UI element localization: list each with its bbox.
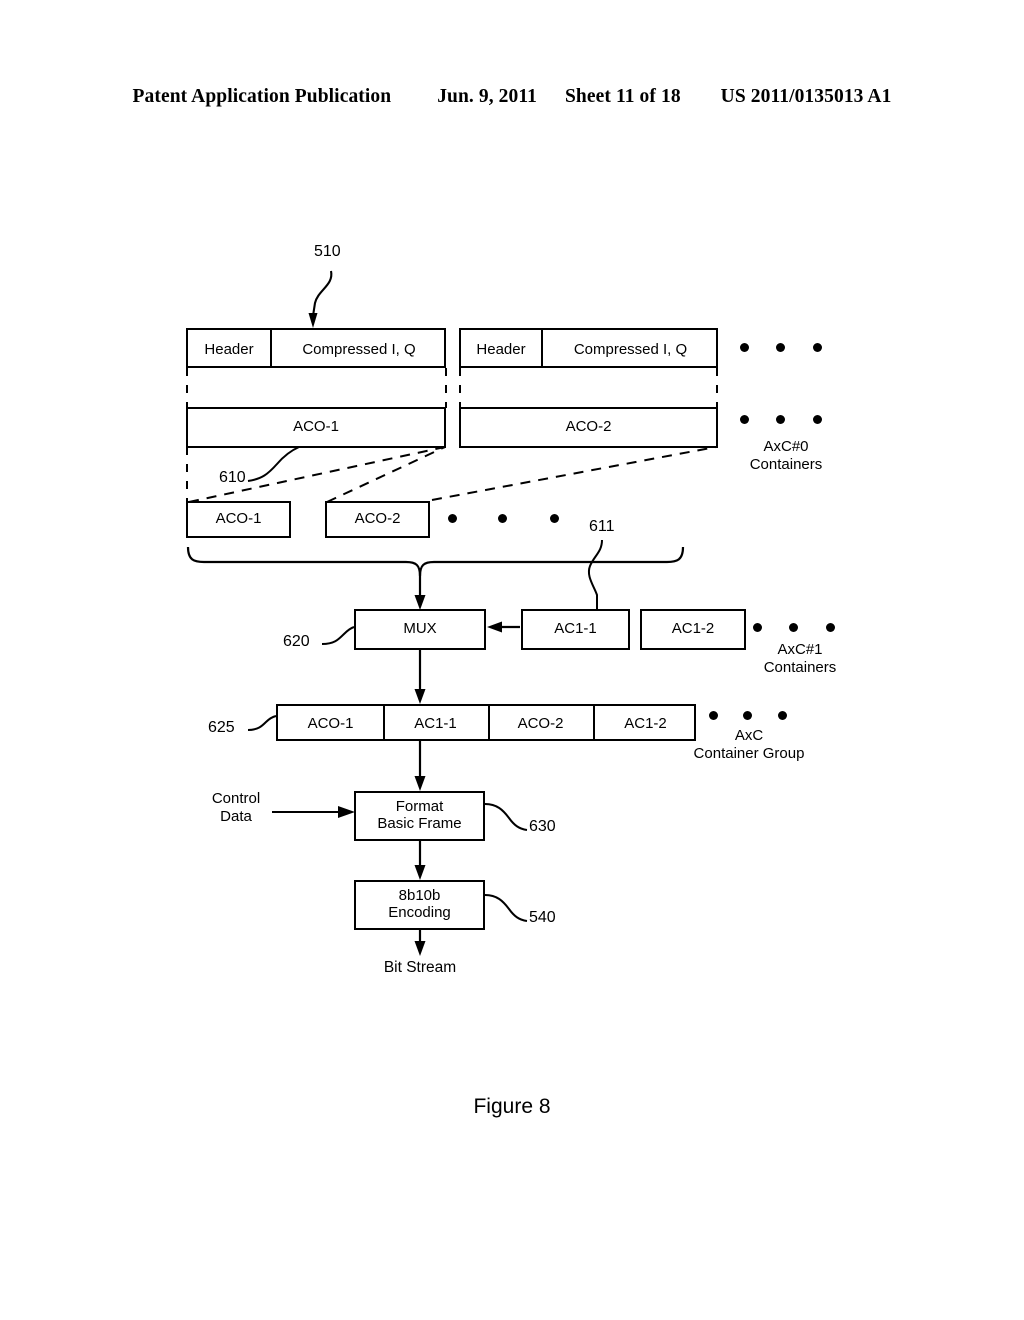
axc-group-line2: Container Group bbox=[693, 744, 805, 762]
bit-stream-text: Bit Stream bbox=[383, 959, 457, 976]
axc1-containers-line1: AxC#1 bbox=[777, 641, 823, 658]
group-cell-1: ACO-1 bbox=[307, 715, 354, 732]
leader-510 bbox=[311, 270, 333, 317]
ac1-container-2-label: AC1-2 bbox=[671, 620, 715, 638]
packet-1-header-label: Header bbox=[204, 341, 254, 358]
format-to-encoding-arrowhead bbox=[414, 865, 426, 880]
format-block-line1: Format bbox=[395, 798, 444, 816]
group-cell-2: AC1-1 bbox=[414, 715, 457, 732]
packet-2-payload-label: Compressed I, Q bbox=[573, 341, 688, 358]
reference-numeral-620: 620 bbox=[283, 633, 310, 650]
aco-frame-2: ACO-2 bbox=[459, 407, 718, 448]
format-basic-frame-block: Format Basic Frame bbox=[354, 791, 485, 841]
axc0-containers-label: AxC#0 Containers bbox=[716, 438, 856, 473]
ac1-container-row-ellipsis bbox=[753, 623, 843, 635]
aco-container-2-label: ACO-2 bbox=[354, 510, 401, 528]
container-group-ellipsis bbox=[709, 711, 789, 723]
aco-frame-row-ellipsis bbox=[740, 415, 830, 427]
aco-container-2: ACO-2 bbox=[325, 501, 430, 538]
axc0-containers-line2: Containers bbox=[749, 455, 823, 473]
figure-8-diagram: Header Compressed I, Q Header Compressed… bbox=[0, 0, 1024, 1320]
leader-625 bbox=[247, 715, 277, 731]
axc-group-line1: AxC bbox=[734, 727, 764, 744]
reference-numeral-540: 540 bbox=[529, 909, 556, 926]
ac1-container-1: AC1-1 bbox=[521, 609, 630, 650]
mux-to-group-arrowhead bbox=[414, 689, 426, 704]
axc1-containers-line2: Containers bbox=[763, 658, 837, 676]
reference-numeral-625: 625 bbox=[208, 719, 235, 736]
axc-container-group-label: AxC Container Group bbox=[669, 727, 829, 762]
brace-aco-group bbox=[186, 546, 685, 577]
ac1-container-1-label: AC1-1 bbox=[554, 620, 597, 638]
reference-numeral-630: 630 bbox=[529, 818, 556, 835]
leader-610 bbox=[247, 446, 300, 482]
control-data-arrowhead bbox=[338, 806, 355, 818]
aco-frame-1-label: ACO-1 bbox=[293, 418, 339, 436]
packet-1-payload-label: Compressed I, Q bbox=[302, 341, 416, 358]
container-group-row: ACO-1 AC1-1 ACO-2 AC1-2 bbox=[276, 704, 696, 741]
leader-540 bbox=[484, 894, 528, 922]
aco-container-1-label: ACO-1 bbox=[215, 510, 262, 528]
aco-container-1: ACO-1 bbox=[186, 501, 291, 538]
brace-to-mux-arrowhead bbox=[414, 595, 426, 610]
leader-630 bbox=[484, 803, 528, 831]
axc1-containers-label: AxC#1 Containers bbox=[726, 641, 874, 676]
encoding-to-output-arrowhead bbox=[414, 941, 426, 956]
bit-stream-output-label: Bit Stream bbox=[355, 959, 485, 977]
dashed-map-aco2-b bbox=[431, 446, 717, 501]
packet-row-ellipsis bbox=[740, 343, 830, 355]
packet-box-2: Header Compressed I, Q bbox=[459, 328, 718, 368]
dashed-map-aco2-a bbox=[326, 446, 446, 503]
leader-510-arrowhead bbox=[308, 313, 318, 328]
axc0-containers-line1: AxC#0 bbox=[763, 438, 809, 455]
aco-frame-1: ACO-1 bbox=[186, 407, 446, 448]
leader-620 bbox=[321, 626, 355, 645]
encoding-block-line2: Encoding bbox=[388, 904, 451, 921]
leader-611 bbox=[587, 539, 603, 609]
group-cell-3: ACO-2 bbox=[517, 715, 564, 732]
packet-box-1: Header Compressed I, Q bbox=[186, 328, 446, 368]
packet-2-header-label: Header bbox=[476, 341, 526, 358]
control-data-line2: Data bbox=[220, 807, 252, 825]
mux-block: MUX bbox=[354, 609, 486, 650]
mux-label: MUX bbox=[403, 620, 437, 638]
control-data-label: Control Data bbox=[192, 790, 280, 825]
reference-numeral-510: 510 bbox=[314, 243, 341, 260]
group-to-format-arrowhead bbox=[414, 776, 426, 791]
ac1-to-mux-arrowhead bbox=[487, 621, 502, 633]
figure-caption: Figure 8 bbox=[473, 1095, 551, 1118]
aco-frame-2-label: ACO-2 bbox=[565, 418, 612, 436]
control-data-line1: Control bbox=[211, 790, 261, 807]
aco-container-row-ellipsis bbox=[448, 514, 559, 526]
reference-numeral-611: 611 bbox=[589, 518, 615, 535]
reference-numeral-610: 610 bbox=[219, 469, 246, 486]
format-block-line2: Basic Frame bbox=[377, 815, 462, 832]
encoding-block-line1: 8b10b bbox=[398, 887, 441, 905]
encoding-block: 8b10b Encoding bbox=[354, 880, 485, 930]
